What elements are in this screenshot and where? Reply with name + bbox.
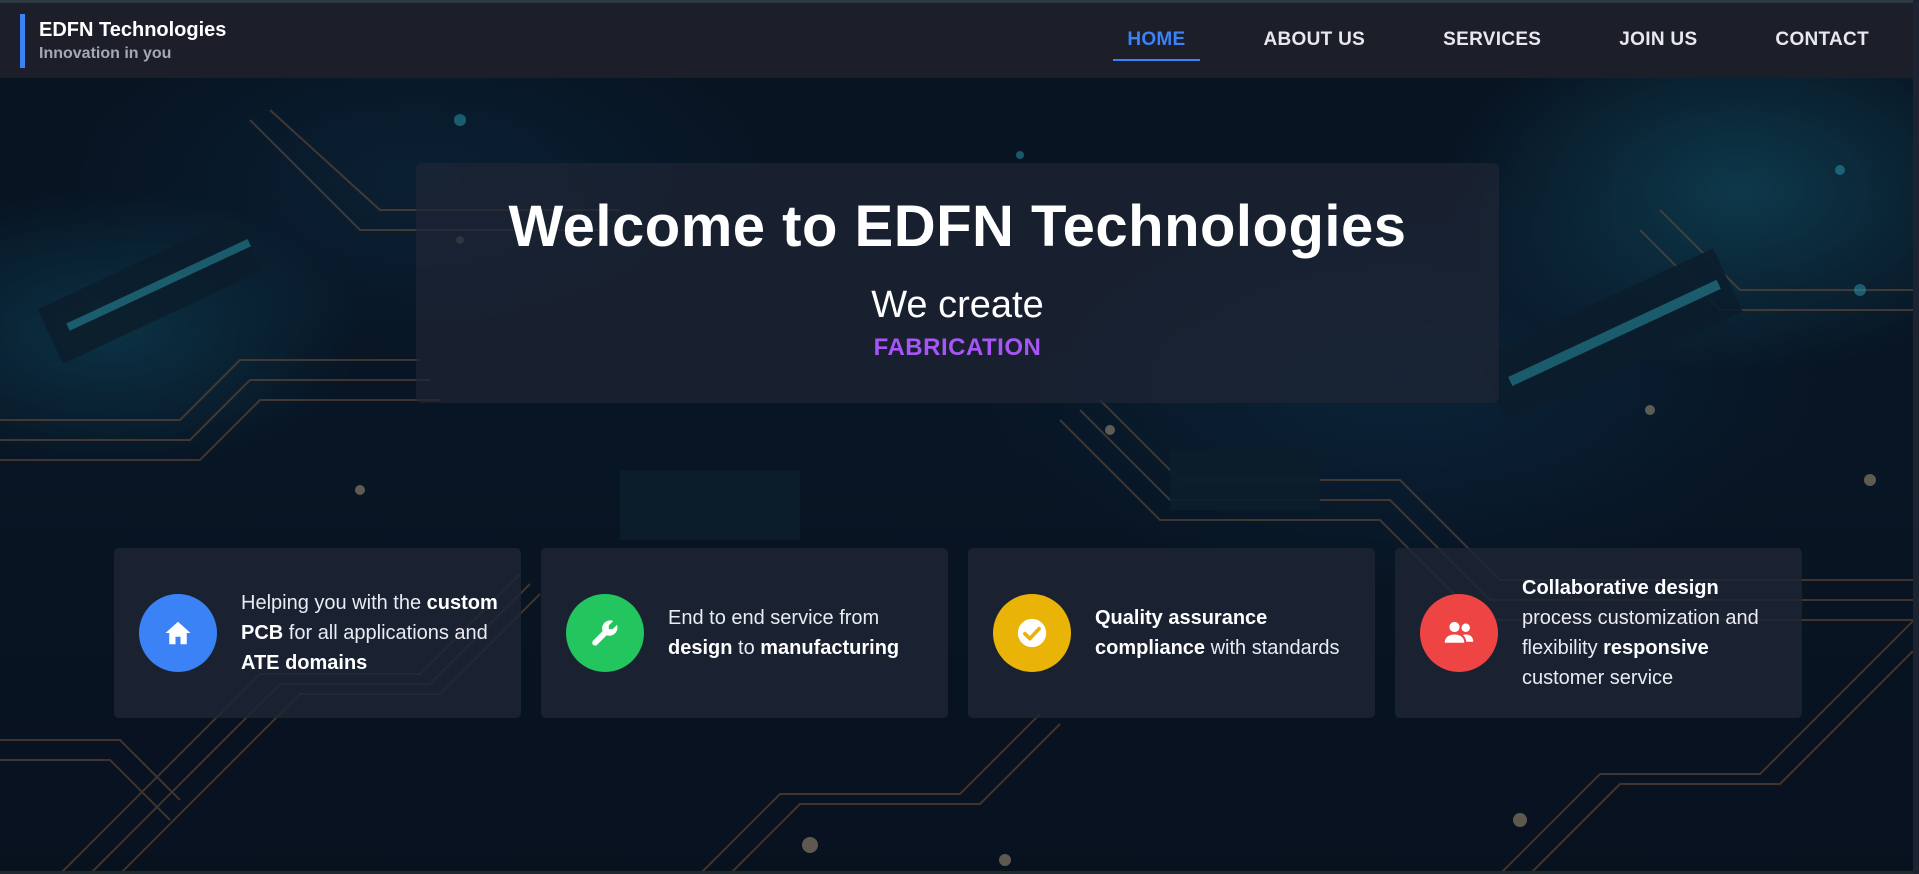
feature-card-collaboration: Collaborative design process customizati…	[1395, 548, 1802, 718]
nav-join-us[interactable]: JOIN US	[1605, 21, 1711, 61]
welcome-subtitle: We create	[871, 284, 1044, 326]
feature-card-pcb: Helping you with the custom PCB for all …	[114, 548, 521, 718]
users-icon	[1420, 594, 1498, 672]
welcome-title: Welcome to EDFN Technologies	[508, 194, 1407, 259]
nav-services[interactable]: SERVICES	[1429, 21, 1555, 61]
feature-text: End to end service from design to manufa…	[668, 607, 900, 659]
brand-name: EDFN Technologies	[39, 18, 227, 41]
main-nav: HOME ABOUT US SERVICES JOIN US CONTACT	[1113, 2, 1883, 80]
feature-card-quality: Quality assurance compliance with standa…	[968, 548, 1375, 718]
page: EDFN Technologies Innovation in you HOME…	[0, 0, 1919, 874]
feature-text: Helping you with the custom PCB for all …	[241, 592, 498, 674]
rotating-word: FABRICATION	[873, 334, 1042, 361]
brand-tagline: Innovation in you	[39, 44, 172, 62]
brand-logo[interactable]: EDFN Technologies Innovation in you	[20, 13, 227, 68]
nav-contact[interactable]: CONTACT	[1761, 21, 1883, 61]
features-row: Helping you with the custom PCB for all …	[114, 548, 1802, 718]
hero-overlay	[0, 0, 1913, 874]
home-icon	[139, 594, 217, 672]
feature-text: Quality assurance compliance with standa…	[1095, 607, 1340, 659]
feature-text: Collaborative design process customizati…	[1522, 577, 1759, 689]
nav-about-us[interactable]: ABOUT US	[1250, 21, 1380, 61]
feature-card-design: End to end service from design to manufa…	[541, 548, 948, 718]
check-circle-icon	[993, 594, 1071, 672]
welcome-card: Welcome to EDFN Technologies We create F…	[416, 163, 1499, 403]
nav-home[interactable]: HOME	[1113, 21, 1200, 61]
wrench-icon	[566, 594, 644, 672]
site-header: EDFN Technologies Innovation in you HOME…	[0, 0, 1913, 78]
